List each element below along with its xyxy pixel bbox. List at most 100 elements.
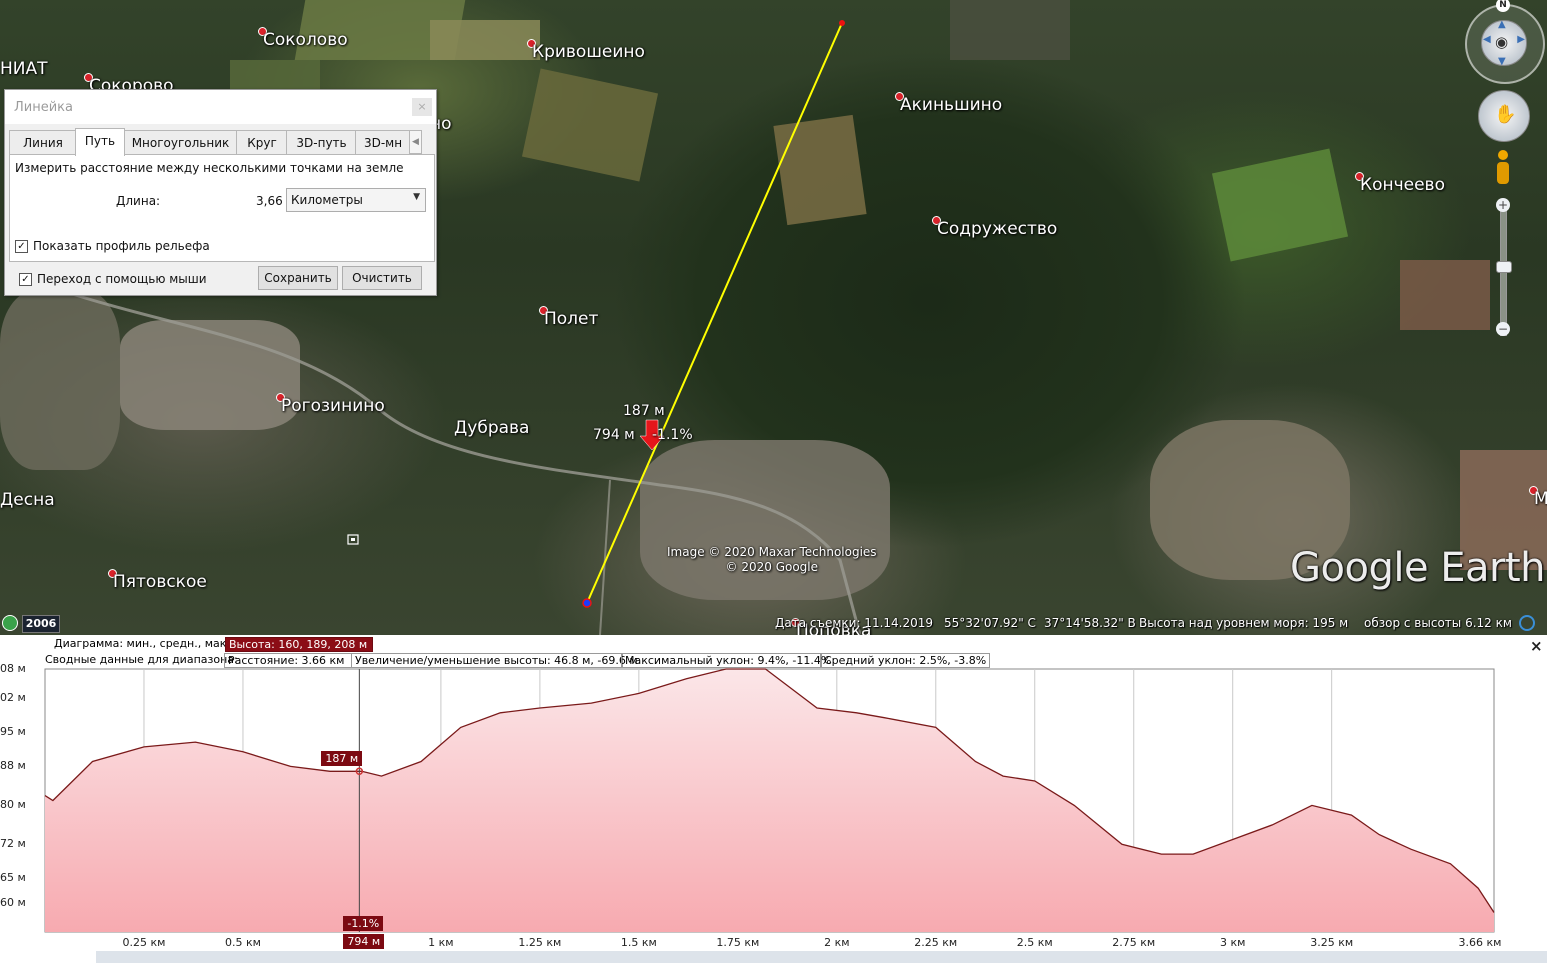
place-label[interactable]: Полет [544,309,598,329]
taskbar-left-area [0,951,96,963]
checkbox-checked-icon[interactable]: ✓ [19,273,32,286]
tab-circle[interactable]: Круг [236,130,288,155]
ruler-titlebar[interactable]: Линейка × [5,90,436,124]
ruler-description: Измерить расстояние между несколькими то… [15,161,404,175]
look-joystick[interactable]: ◉ ◀ ▶ ▲ ▼ N [1465,0,1545,84]
x-tick-label: 3.25 км [1310,936,1354,949]
arrow-down-icon[interactable]: ▼ [1498,56,1506,67]
cursor-slope: -1.1% [652,427,693,443]
place-label[interactable]: Соколово [263,30,348,50]
imagery-date: Дата съемки: 11.14.2019 [775,616,934,630]
y-tick-label: 160 м [0,895,26,909]
tab-polygon[interactable]: Многоугольник [123,130,238,155]
street-view-pegman-icon[interactable] [1494,150,1512,186]
path-end-point[interactable] [839,20,845,26]
y-tick-label: 172 м [0,837,26,851]
show-profile-checkbox[interactable]: ✓ Показать профиль рельефа [15,239,210,253]
x-tick-label: 0.25 км [122,936,166,949]
x-tick-label: 1.25 км [518,936,562,949]
copyright-line-2: © 2020 Google [725,560,819,574]
place-label[interactable]: Кривошеино [532,42,645,62]
clear-button[interactable]: Очистить [342,266,422,290]
unit-select[interactable]: Километры ▼ [286,188,426,212]
zoom-slider[interactable]: + − [1496,198,1512,342]
zoom-in-button[interactable]: + [1496,198,1510,212]
cursor-elevation-label: 187 м [321,751,363,767]
streaming-status-icon [1519,615,1535,631]
x-tick-label: 2 км [824,936,850,949]
zoom-thumb[interactable] [1496,261,1512,273]
x-tick-label: 1.5 км [620,936,657,949]
place-label[interactable]: Содружество [937,219,1057,239]
show-profile-label: Показать профиль рельефа [33,239,210,253]
unit-select-value: Километры [291,193,363,207]
elevation-chart[interactable] [0,635,1547,951]
length-value: 3,66 [256,194,283,208]
x-tick-label: 1.75 км [716,936,760,949]
place-label[interactable]: Кончеево [1360,175,1445,195]
tab-path[interactable]: Путь [75,128,125,156]
history-year-button[interactable]: 2006 [22,615,60,633]
path-start-point[interactable] [582,598,592,608]
tab-3d-path[interactable]: 3D-путь [286,130,357,155]
ground-elevation: Высота над уровнем моря: 195 м [1139,616,1349,630]
google-earth-logo: Google Earth [1290,545,1546,591]
move-joystick[interactable]: ✋ [1478,90,1530,142]
y-tick-label: 165 м [0,871,26,885]
zoom-out-button[interactable]: − [1496,322,1510,336]
ruler-title: Линейка [14,100,73,115]
y-tick-label: 188 м [0,759,26,773]
y-tick-label: 202 м [0,691,26,705]
ruler-dialog: Линейка × Линия Путь Многоугольник Круг … [4,89,437,296]
length-label: Длина: [116,194,161,208]
compass-north-button[interactable]: N [1496,0,1510,12]
measure-path-line[interactable] [586,22,843,604]
hand-icon: ✋ [1494,104,1517,125]
y-tick-label: 208 м [0,662,26,675]
place-label[interactable]: Десна [0,490,55,510]
place-label[interactable]: Рогозинино [281,396,385,416]
longitude: 37°14'58.32" В [1044,616,1136,630]
copyright: Image © 2020 Maxar Technologies © 2020 G… [667,545,877,574]
ruler-panel: Измерить расстояние между несколькими то… [9,154,435,262]
place-label[interactable]: Пятовское [113,572,207,592]
ruler-close-button[interactable]: × [412,98,432,116]
eye-icon: ◉ [1495,33,1509,51]
y-tick-label: 180 м [0,798,26,812]
place-label[interactable]: M [1534,489,1547,509]
os-taskbar[interactable] [96,951,1547,963]
checkbox-checked-icon[interactable]: ✓ [15,240,28,253]
tab-scroll: ◀▶ [409,130,433,178]
place-label[interactable]: Дубрава [454,418,529,438]
x-tick-label: 2.75 км [1112,936,1156,949]
copyright-line-1: Image © 2020 Maxar Technologies [667,545,877,559]
mouse-nav-label: Переход с помощью мыши [37,272,207,286]
x-tick-label: 2.25 км [914,936,958,949]
look-control[interactable]: ◉ ◀ ▶ ▲ ▼ [1481,19,1527,67]
tab-line[interactable]: Линия [9,130,77,155]
eye-altitude: обзор с высоты 6.12 км [1364,616,1512,630]
place-label[interactable]: Акиньшино [900,95,1002,115]
history-clock-icon[interactable] [2,615,18,631]
mouse-nav-checkbox[interactable]: ✓ Переход с помощью мыши [19,272,207,286]
arrow-left-icon[interactable]: ◀ [1483,34,1491,45]
tab-3d-polygon[interactable]: 3D-мн [355,130,411,155]
cursor-slope-label: -1.1% [343,916,384,931]
status-bar: 2006 Дата съемки: 11.14.2019 55°32'07.92… [0,612,1547,635]
chevron-down-icon: ▼ [413,192,420,202]
tab-scroll-left-icon[interactable]: ◀ [409,130,422,154]
arrow-right-icon[interactable]: ▶ [1517,34,1525,45]
x-tick-label: 0.5 км [224,936,261,949]
elevation-profile-panel: Диаграмма: мин., средн., макс. Высота: 1… [0,635,1547,951]
ruler-tabs: Линия Путь Многоугольник Круг 3D-путь 3D… [9,128,433,178]
x-tick-label: 3 км [1219,936,1246,949]
arrow-up-icon[interactable]: ▲ [1498,19,1506,30]
map-marker-icon-dot [351,538,355,541]
x-tick-label: 3.66 км [1458,936,1502,949]
cursor-elevation: 187 м [623,403,665,419]
place-label[interactable]: НИАТ [0,59,48,79]
y-tick-label: 195 м [0,725,26,739]
latitude: 55°32'07.92" С [944,616,1036,630]
save-button[interactable]: Сохранить [258,266,338,290]
x-tick-label: 2.5 км [1016,936,1053,949]
